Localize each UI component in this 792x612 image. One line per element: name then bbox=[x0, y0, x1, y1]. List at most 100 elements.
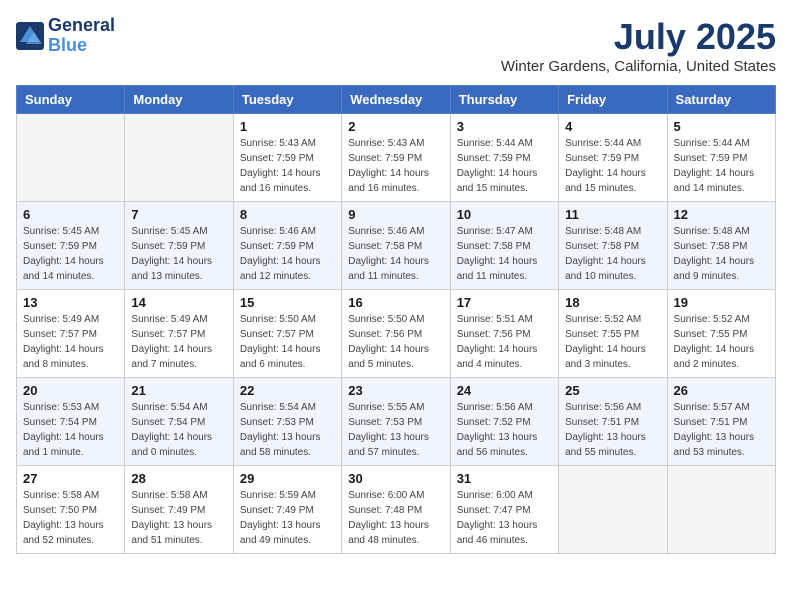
day-info: Sunrise: 5:46 AMSunset: 7:58 PMDaylight:… bbox=[348, 226, 429, 282]
day-info: Sunrise: 5:45 AMSunset: 7:59 PMDaylight:… bbox=[131, 226, 212, 282]
day-number: 21 bbox=[131, 383, 226, 398]
day-info: Sunrise: 5:49 AMSunset: 7:57 PMDaylight:… bbox=[131, 314, 212, 370]
day-info: Sunrise: 5:44 AMSunset: 7:59 PMDaylight:… bbox=[565, 138, 646, 194]
weekday-header: Friday bbox=[559, 86, 667, 114]
calendar-cell: 5 Sunrise: 5:44 AMSunset: 7:59 PMDayligh… bbox=[667, 114, 775, 202]
day-number: 29 bbox=[240, 471, 335, 486]
day-info: Sunrise: 5:52 AMSunset: 7:55 PMDaylight:… bbox=[565, 314, 646, 370]
day-info: Sunrise: 5:53 AMSunset: 7:54 PMDaylight:… bbox=[23, 402, 104, 458]
header: General Blue July 2025 Winter Gardens, C… bbox=[16, 16, 776, 75]
day-number: 14 bbox=[131, 295, 226, 310]
calendar-cell: 27 Sunrise: 5:58 AMSunset: 7:50 PMDaylig… bbox=[17, 466, 125, 554]
day-number: 7 bbox=[131, 207, 226, 222]
calendar-cell: 23 Sunrise: 5:55 AMSunset: 7:53 PMDaylig… bbox=[342, 378, 450, 466]
calendar-week-row: 1 Sunrise: 5:43 AMSunset: 7:59 PMDayligh… bbox=[17, 114, 776, 202]
calendar-cell bbox=[667, 466, 775, 554]
calendar-cell bbox=[559, 466, 667, 554]
day-info: Sunrise: 5:56 AMSunset: 7:52 PMDaylight:… bbox=[457, 402, 538, 458]
day-number: 22 bbox=[240, 383, 335, 398]
weekday-header: Saturday bbox=[667, 86, 775, 114]
day-info: Sunrise: 5:59 AMSunset: 7:49 PMDaylight:… bbox=[240, 490, 321, 546]
day-info: Sunrise: 5:58 AMSunset: 7:50 PMDaylight:… bbox=[23, 490, 104, 546]
day-info: Sunrise: 5:45 AMSunset: 7:59 PMDaylight:… bbox=[23, 226, 104, 282]
day-number: 31 bbox=[457, 471, 552, 486]
day-info: Sunrise: 5:44 AMSunset: 7:59 PMDaylight:… bbox=[674, 138, 755, 194]
day-number: 17 bbox=[457, 295, 552, 310]
calendar-cell: 8 Sunrise: 5:46 AMSunset: 7:59 PMDayligh… bbox=[233, 202, 341, 290]
calendar-cell: 18 Sunrise: 5:52 AMSunset: 7:55 PMDaylig… bbox=[559, 290, 667, 378]
day-number: 20 bbox=[23, 383, 118, 398]
weekday-header: Tuesday bbox=[233, 86, 341, 114]
day-number: 27 bbox=[23, 471, 118, 486]
day-number: 23 bbox=[348, 383, 443, 398]
location: Winter Gardens, California, United State… bbox=[501, 58, 776, 75]
logo-icon bbox=[16, 22, 44, 50]
day-info: Sunrise: 5:58 AMSunset: 7:49 PMDaylight:… bbox=[131, 490, 212, 546]
month-year: July 2025 bbox=[501, 16, 776, 58]
day-number: 8 bbox=[240, 207, 335, 222]
day-number: 13 bbox=[23, 295, 118, 310]
day-number: 10 bbox=[457, 207, 552, 222]
calendar-cell: 9 Sunrise: 5:46 AMSunset: 7:58 PMDayligh… bbox=[342, 202, 450, 290]
calendar-cell: 13 Sunrise: 5:49 AMSunset: 7:57 PMDaylig… bbox=[17, 290, 125, 378]
calendar-cell bbox=[17, 114, 125, 202]
day-number: 12 bbox=[674, 207, 769, 222]
day-number: 6 bbox=[23, 207, 118, 222]
calendar-cell: 30 Sunrise: 6:00 AMSunset: 7:48 PMDaylig… bbox=[342, 466, 450, 554]
day-number: 15 bbox=[240, 295, 335, 310]
day-number: 1 bbox=[240, 119, 335, 134]
logo-text: General Blue bbox=[48, 16, 115, 56]
weekday-header: Monday bbox=[125, 86, 233, 114]
day-number: 9 bbox=[348, 207, 443, 222]
day-number: 5 bbox=[674, 119, 769, 134]
day-info: Sunrise: 5:51 AMSunset: 7:56 PMDaylight:… bbox=[457, 314, 538, 370]
day-info: Sunrise: 5:54 AMSunset: 7:54 PMDaylight:… bbox=[131, 402, 212, 458]
day-number: 18 bbox=[565, 295, 660, 310]
day-info: Sunrise: 5:43 AMSunset: 7:59 PMDaylight:… bbox=[348, 138, 429, 194]
day-number: 26 bbox=[674, 383, 769, 398]
day-info: Sunrise: 5:48 AMSunset: 7:58 PMDaylight:… bbox=[674, 226, 755, 282]
day-info: Sunrise: 5:49 AMSunset: 7:57 PMDaylight:… bbox=[23, 314, 104, 370]
calendar-week-row: 13 Sunrise: 5:49 AMSunset: 7:57 PMDaylig… bbox=[17, 290, 776, 378]
day-info: Sunrise: 5:50 AMSunset: 7:57 PMDaylight:… bbox=[240, 314, 321, 370]
calendar-cell: 20 Sunrise: 5:53 AMSunset: 7:54 PMDaylig… bbox=[17, 378, 125, 466]
weekday-header: Sunday bbox=[17, 86, 125, 114]
day-number: 2 bbox=[348, 119, 443, 134]
calendar-cell bbox=[125, 114, 233, 202]
calendar-cell: 7 Sunrise: 5:45 AMSunset: 7:59 PMDayligh… bbox=[125, 202, 233, 290]
calendar-cell: 1 Sunrise: 5:43 AMSunset: 7:59 PMDayligh… bbox=[233, 114, 341, 202]
day-number: 19 bbox=[674, 295, 769, 310]
calendar-cell: 10 Sunrise: 5:47 AMSunset: 7:58 PMDaylig… bbox=[450, 202, 558, 290]
calendar-week-row: 20 Sunrise: 5:53 AMSunset: 7:54 PMDaylig… bbox=[17, 378, 776, 466]
calendar-cell: 25 Sunrise: 5:56 AMSunset: 7:51 PMDaylig… bbox=[559, 378, 667, 466]
day-info: Sunrise: 5:47 AMSunset: 7:58 PMDaylight:… bbox=[457, 226, 538, 282]
day-info: Sunrise: 5:44 AMSunset: 7:59 PMDaylight:… bbox=[457, 138, 538, 194]
day-number: 24 bbox=[457, 383, 552, 398]
calendar-cell: 24 Sunrise: 5:56 AMSunset: 7:52 PMDaylig… bbox=[450, 378, 558, 466]
calendar-cell: 4 Sunrise: 5:44 AMSunset: 7:59 PMDayligh… bbox=[559, 114, 667, 202]
calendar-cell: 22 Sunrise: 5:54 AMSunset: 7:53 PMDaylig… bbox=[233, 378, 341, 466]
day-info: Sunrise: 6:00 AMSunset: 7:48 PMDaylight:… bbox=[348, 490, 429, 546]
day-info: Sunrise: 5:56 AMSunset: 7:51 PMDaylight:… bbox=[565, 402, 646, 458]
calendar-cell: 15 Sunrise: 5:50 AMSunset: 7:57 PMDaylig… bbox=[233, 290, 341, 378]
calendar-week-row: 27 Sunrise: 5:58 AMSunset: 7:50 PMDaylig… bbox=[17, 466, 776, 554]
calendar-cell: 26 Sunrise: 5:57 AMSunset: 7:51 PMDaylig… bbox=[667, 378, 775, 466]
calendar-cell: 19 Sunrise: 5:52 AMSunset: 7:55 PMDaylig… bbox=[667, 290, 775, 378]
day-number: 3 bbox=[457, 119, 552, 134]
day-number: 11 bbox=[565, 207, 660, 222]
day-info: Sunrise: 6:00 AMSunset: 7:47 PMDaylight:… bbox=[457, 490, 538, 546]
calendar-cell: 31 Sunrise: 6:00 AMSunset: 7:47 PMDaylig… bbox=[450, 466, 558, 554]
calendar-cell: 28 Sunrise: 5:58 AMSunset: 7:49 PMDaylig… bbox=[125, 466, 233, 554]
calendar-cell: 6 Sunrise: 5:45 AMSunset: 7:59 PMDayligh… bbox=[17, 202, 125, 290]
day-info: Sunrise: 5:52 AMSunset: 7:55 PMDaylight:… bbox=[674, 314, 755, 370]
day-info: Sunrise: 5:46 AMSunset: 7:59 PMDaylight:… bbox=[240, 226, 321, 282]
calendar-cell: 11 Sunrise: 5:48 AMSunset: 7:58 PMDaylig… bbox=[559, 202, 667, 290]
day-info: Sunrise: 5:50 AMSunset: 7:56 PMDaylight:… bbox=[348, 314, 429, 370]
calendar-cell: 14 Sunrise: 5:49 AMSunset: 7:57 PMDaylig… bbox=[125, 290, 233, 378]
day-info: Sunrise: 5:57 AMSunset: 7:51 PMDaylight:… bbox=[674, 402, 755, 458]
day-info: Sunrise: 5:54 AMSunset: 7:53 PMDaylight:… bbox=[240, 402, 321, 458]
calendar-week-row: 6 Sunrise: 5:45 AMSunset: 7:59 PMDayligh… bbox=[17, 202, 776, 290]
logo: General Blue bbox=[16, 16, 115, 56]
calendar: SundayMondayTuesdayWednesdayThursdayFrid… bbox=[16, 85, 776, 554]
title-area: July 2025 Winter Gardens, California, Un… bbox=[501, 16, 776, 75]
